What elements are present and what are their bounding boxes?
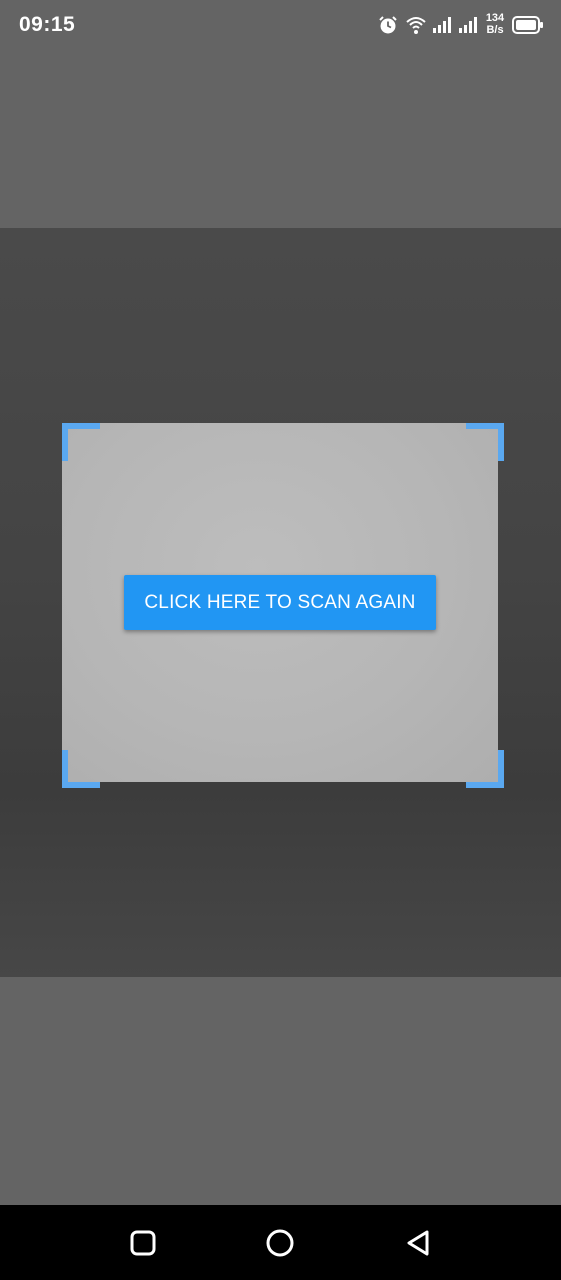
scan-frame-corner-bottom-left: [62, 750, 100, 788]
recents-square-icon[interactable]: [127, 1227, 159, 1259]
scan-again-button[interactable]: CLICK HERE TO SCAN AGAIN: [124, 575, 436, 630]
network-speed-value: 134: [485, 12, 505, 24]
home-circle-icon[interactable]: [264, 1227, 296, 1259]
signal-icon: [433, 17, 451, 33]
scan-frame-corner-top-right: [466, 423, 504, 461]
wifi-icon: [406, 17, 426, 34]
navigation-bar: [0, 1205, 561, 1280]
scan-frame-corner-bottom-right: [466, 750, 504, 788]
battery-icon: [512, 16, 543, 34]
back-triangle-icon[interactable]: [402, 1227, 434, 1259]
bottom-overlay: [0, 977, 561, 1205]
status-time: 09:15: [19, 13, 76, 36]
alarm-icon: [379, 16, 397, 34]
network-speed-unit: B/s: [486, 24, 504, 36]
network-speed: 134 B/s: [484, 12, 506, 36]
scan-frame-corner-top-left: [62, 423, 100, 461]
status-bar: 09:15 134 B/s: [0, 0, 561, 52]
signal-icon: [459, 17, 477, 33]
